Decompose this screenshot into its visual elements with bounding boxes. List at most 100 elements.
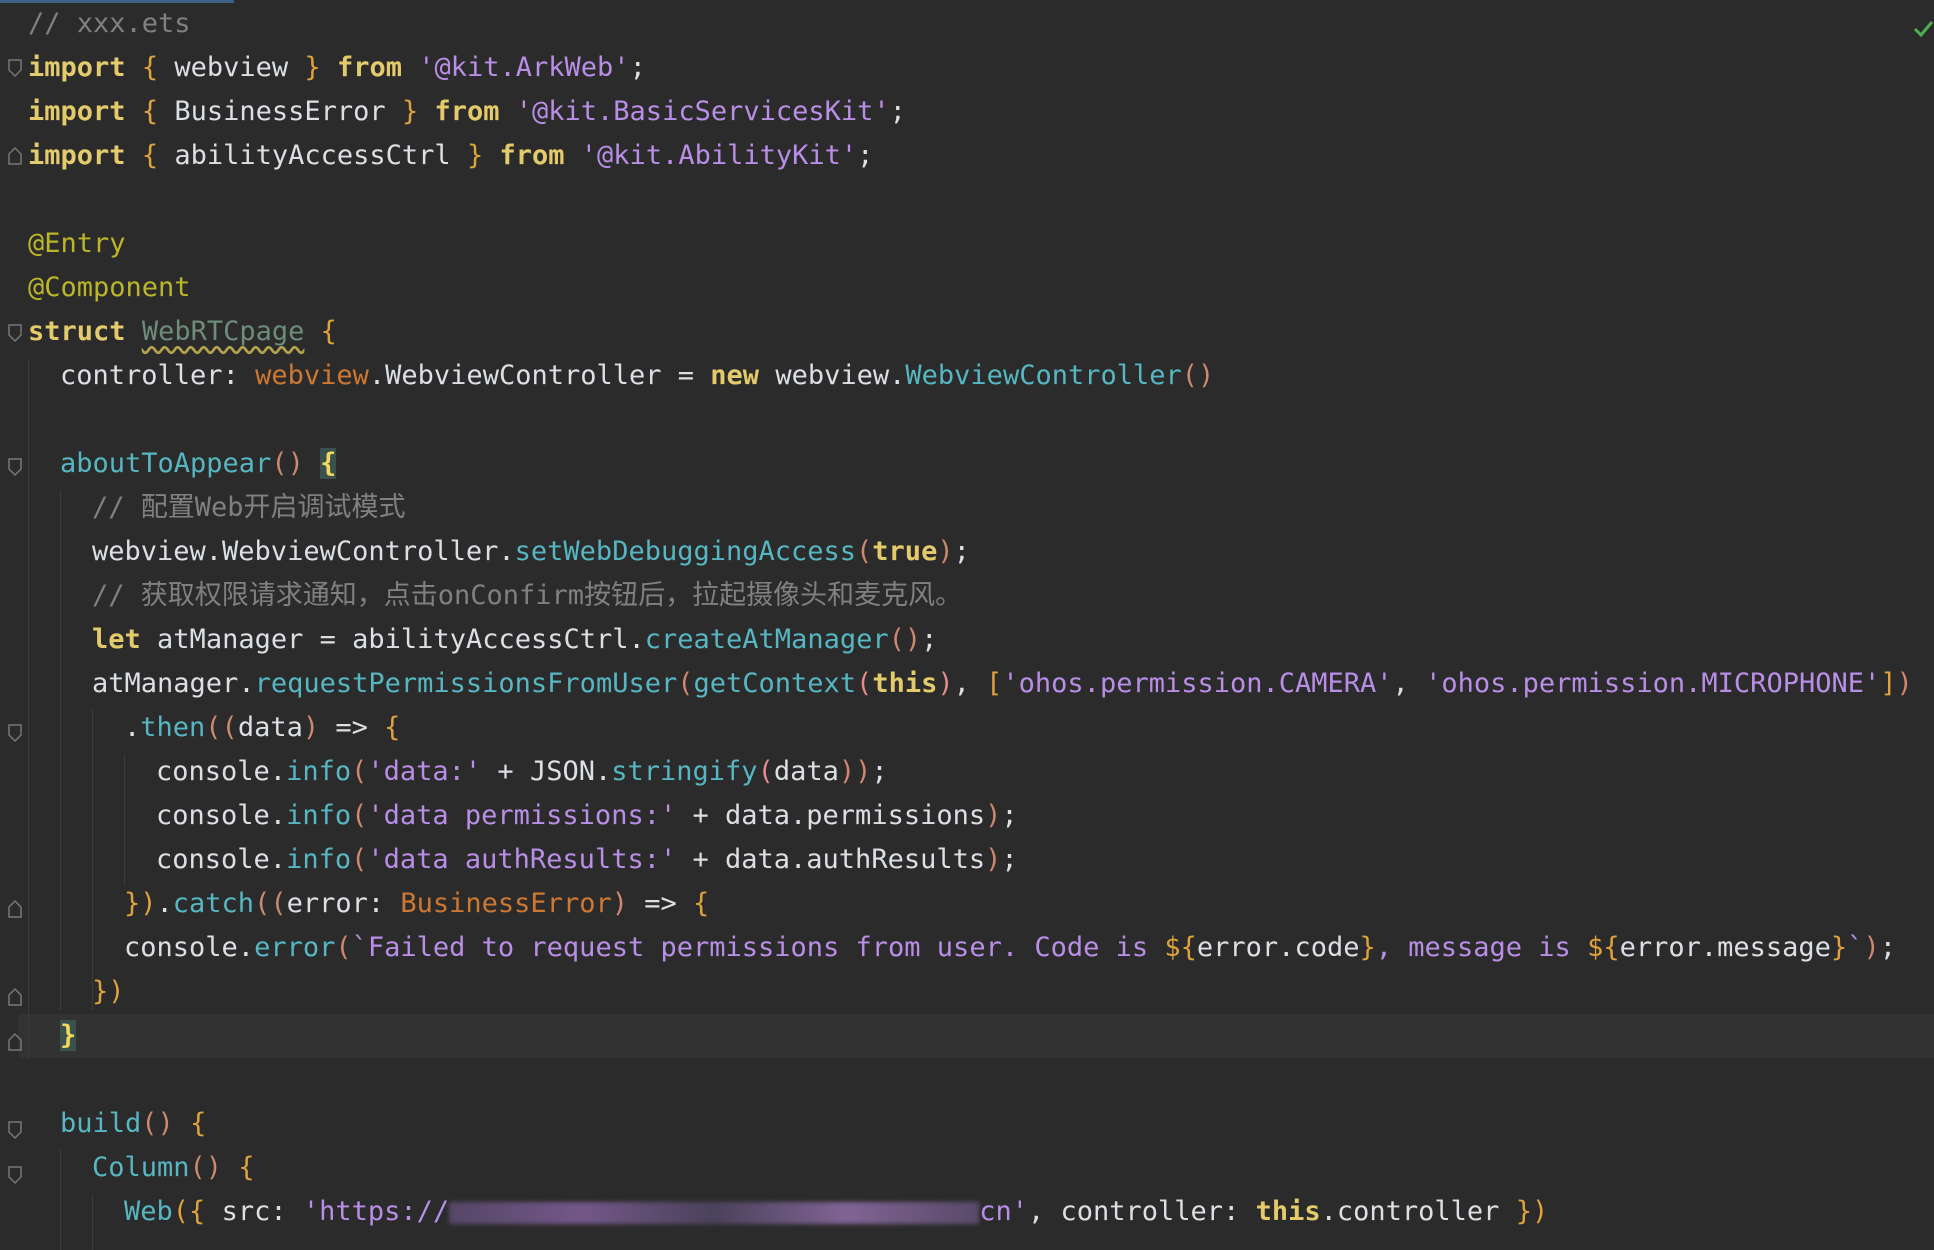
punct: .	[269, 800, 287, 831]
punct: ,	[953, 668, 970, 699]
identifier: abilityAccessCtrl	[352, 624, 629, 655]
fold-marker-icon[interactable]	[7, 1032, 23, 1052]
fold-marker-icon[interactable]	[7, 323, 23, 343]
code-line-15: let atManager = abilityAccessCtrl.create…	[92, 618, 937, 662]
paren: ()	[888, 624, 922, 655]
semicolon: ;	[1001, 800, 1018, 831]
fold-marker-icon[interactable]	[7, 899, 23, 919]
identifier: webview	[174, 52, 289, 83]
paren: (	[677, 668, 694, 699]
string-literal: 'data:'	[367, 756, 482, 787]
punct: .	[238, 668, 255, 699]
decorator: @Component	[28, 272, 191, 303]
paren: )	[611, 888, 628, 919]
brace: ({	[172, 1196, 206, 1227]
fold-marker-icon[interactable]	[7, 58, 23, 78]
punct: ,	[1392, 668, 1409, 699]
method-call: error	[254, 932, 336, 963]
paren: (	[757, 756, 774, 787]
constructor-call: WebviewController	[905, 360, 1182, 391]
redacted-url	[449, 1201, 980, 1224]
operator: =>	[644, 888, 677, 919]
paren: ()	[189, 1152, 223, 1183]
code-line-4: import { abilityAccessCtrl } from '@kit.…	[28, 134, 873, 178]
fold-marker-icon[interactable]	[7, 1165, 23, 1185]
comment: // 配置Web开启调试模式	[92, 492, 406, 523]
indent-guide	[60, 1150, 61, 1250]
identifier: console	[156, 756, 270, 787]
punct: :	[270, 1196, 287, 1227]
parameter: data	[237, 712, 303, 743]
fold-marker-icon[interactable]	[7, 457, 23, 477]
paren: (	[351, 800, 368, 831]
fold-marker-icon[interactable]	[7, 723, 23, 743]
punct: .	[889, 360, 906, 391]
punct: .	[124, 712, 141, 743]
fold-marker-icon[interactable]	[7, 1120, 23, 1140]
keyword: this	[1255, 1196, 1321, 1227]
identifier: error.message	[1619, 932, 1831, 963]
template-literal: , message is	[1375, 932, 1588, 963]
method-call: catch	[172, 888, 255, 919]
struct-name: WebRTCpage	[141, 316, 305, 347]
function-name: aboutToAppear	[60, 448, 272, 479]
identifier: console	[124, 932, 238, 963]
identifier: BusinessError	[174, 96, 386, 127]
identifier: atManager	[157, 624, 304, 655]
template-delimiter: ${	[1164, 932, 1197, 963]
operator: =	[319, 624, 336, 655]
brace: {	[693, 888, 710, 919]
fold-marker-icon[interactable]	[7, 146, 23, 166]
code-line-16: atManager.requestPermissionsFromUser(get…	[92, 662, 1913, 706]
identifier: .controller	[1320, 1196, 1500, 1227]
code-line-29-partial	[92, 1234, 1192, 1250]
semicolon: ;	[953, 536, 970, 567]
paren: )	[1863, 932, 1880, 963]
code-line-24: }	[60, 1014, 77, 1058]
matched-brace: {	[320, 448, 337, 479]
code-line-3: import { BusinessError } from '@kit.Basi…	[28, 90, 906, 134]
code-line-6: @Entry	[28, 222, 126, 266]
bracket: [	[986, 668, 1003, 699]
brace: })	[92, 976, 125, 1007]
brace: {	[190, 1108, 207, 1139]
brace: }	[466, 140, 484, 171]
fold-marker-icon[interactable]	[7, 987, 23, 1007]
punct: :	[1223, 1196, 1240, 1227]
check-icon[interactable]	[1912, 18, 1934, 40]
string-literal: 'data authResults:'	[367, 844, 677, 875]
code-line-9: controller: webview.WebviewController = …	[60, 354, 1214, 398]
paren: )	[937, 536, 954, 567]
paren: (	[856, 536, 873, 567]
paren: ()	[141, 1108, 174, 1139]
paren: ((	[254, 888, 287, 919]
method-call: info	[286, 800, 352, 831]
identifier: console	[156, 800, 270, 831]
namespace: webview	[255, 360, 369, 391]
brace: })	[124, 888, 157, 919]
code-line-28: Web({ src: 'https:// cn', controller: thi…	[124, 1190, 1548, 1234]
keyword: true	[872, 536, 938, 567]
property-key: src	[221, 1196, 271, 1227]
brace: {	[320, 316, 337, 347]
code-line-14: // 获取权限请求通知，点击onConfirm按钮后，拉起摄像头和麦克风。	[92, 574, 962, 618]
punct: .	[237, 932, 255, 963]
paren: )	[985, 844, 1002, 875]
punct: .	[156, 888, 173, 919]
method-call: stringify	[611, 756, 758, 787]
brace: {	[141, 140, 159, 171]
semicolon: ;	[1879, 932, 1896, 963]
punct: .	[368, 360, 386, 391]
method-call: info	[286, 844, 352, 875]
identifier: JSON	[529, 756, 595, 787]
code-editor[interactable]: // xxx.ets import { webview } from '@kit…	[0, 0, 1934, 1250]
brace: })	[1515, 1196, 1549, 1227]
punct: :	[367, 888, 385, 919]
paren: )	[985, 800, 1002, 831]
identifier: error.code	[1196, 932, 1360, 963]
string-literal: cn'	[979, 1196, 1028, 1227]
property-key: controller	[1060, 1196, 1224, 1227]
identifier: data	[773, 756, 839, 787]
template-literal: `Failed to request permissions from user…	[351, 932, 1165, 963]
punct: ,	[1027, 1196, 1045, 1227]
